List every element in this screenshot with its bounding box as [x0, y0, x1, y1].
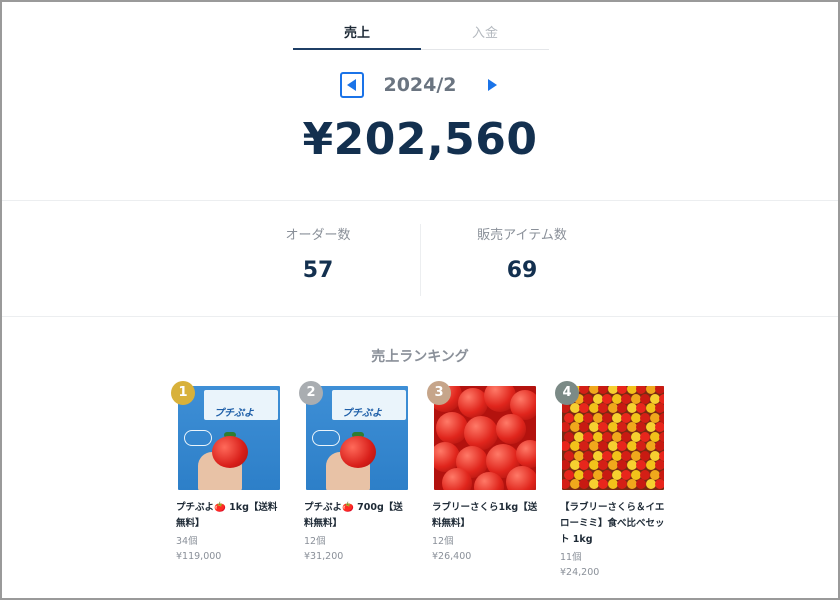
- item-title: ラブリーさくら1kg【送料無料】: [432, 502, 538, 529]
- item-amount: ¥119,000: [176, 551, 222, 562]
- month-label: 2024/2: [383, 74, 457, 96]
- item-title: 【ラブリーさくら＆イエローミミ】食べ比べセット 1kg: [560, 502, 665, 545]
- next-month-button[interactable]: [480, 72, 504, 98]
- ranking-item[interactable]: 4 【ラブリーさくら＆イエローミミ】食べ比べセット 1kg 11個 ¥24,20…: [555, 381, 670, 580]
- prev-month-button[interactable]: [340, 72, 364, 98]
- sign-text: プチぷよ: [342, 408, 382, 419]
- items-sold-value: 69: [506, 258, 538, 283]
- ranking-item[interactable]: プチぷよ 1 プチぷよ🍅 1kg【送料無料】 34個 ¥119,000: [171, 381, 286, 564]
- triangle-right-icon: [488, 79, 497, 91]
- item-amount: ¥31,200: [304, 551, 344, 562]
- product-image: [434, 386, 536, 490]
- stat-separator: [420, 224, 421, 296]
- rank-badge: 2: [299, 381, 323, 405]
- items-sold-stat: 販売アイテム数 69: [422, 226, 622, 283]
- items-sold-label: 販売アイテム数: [477, 228, 567, 243]
- sign-text: プチぷよ: [214, 408, 254, 419]
- item-amount: ¥24,200: [560, 567, 600, 578]
- item-quantity: 11個: [560, 552, 582, 563]
- item-quantity: 12個: [432, 536, 454, 547]
- sales-dashboard: 売上 入金 2024/2 ¥202,560 オーダー数 57 販売アイテム数 6…: [2, 2, 838, 598]
- divider: [2, 200, 838, 201]
- item-quantity: 12個: [304, 536, 326, 547]
- tab-deposits[interactable]: 入金: [421, 20, 549, 52]
- item-title: プチぷよ🍅 1kg【送料無料】: [176, 502, 278, 529]
- item-title: プチぷよ🍅 700g【送料無料】: [304, 502, 403, 529]
- sales-total: ¥202,560: [302, 114, 538, 165]
- product-image: プチぷよ: [178, 386, 280, 490]
- rank-badge: 3: [427, 381, 451, 405]
- tab-sales[interactable]: 売上: [293, 20, 421, 52]
- ranking-title: 売上ランキング: [371, 349, 469, 365]
- order-count-stat: オーダー数 57: [218, 226, 418, 283]
- item-quantity: 34個: [176, 536, 198, 547]
- divider: [2, 316, 838, 317]
- product-image: プチぷよ: [306, 386, 408, 490]
- order-count-label: オーダー数: [285, 228, 351, 243]
- tab-bar: 売上 入金: [293, 20, 549, 52]
- ranking-item[interactable]: プチぷよ 2 プチぷよ🍅 700g【送料無料】 12個 ¥31,200: [299, 381, 414, 564]
- rank-badge: 4: [555, 381, 579, 405]
- ranking-item[interactable]: 3 ラブリーさくら1kg【送料無料】 12個 ¥26,400: [427, 381, 542, 564]
- product-image: [562, 386, 664, 490]
- order-count-value: 57: [302, 258, 334, 283]
- month-navigator: 2024/2: [2, 70, 838, 102]
- triangle-left-icon: [347, 79, 356, 91]
- rank-badge: 1: [171, 381, 195, 405]
- item-amount: ¥26,400: [432, 551, 472, 562]
